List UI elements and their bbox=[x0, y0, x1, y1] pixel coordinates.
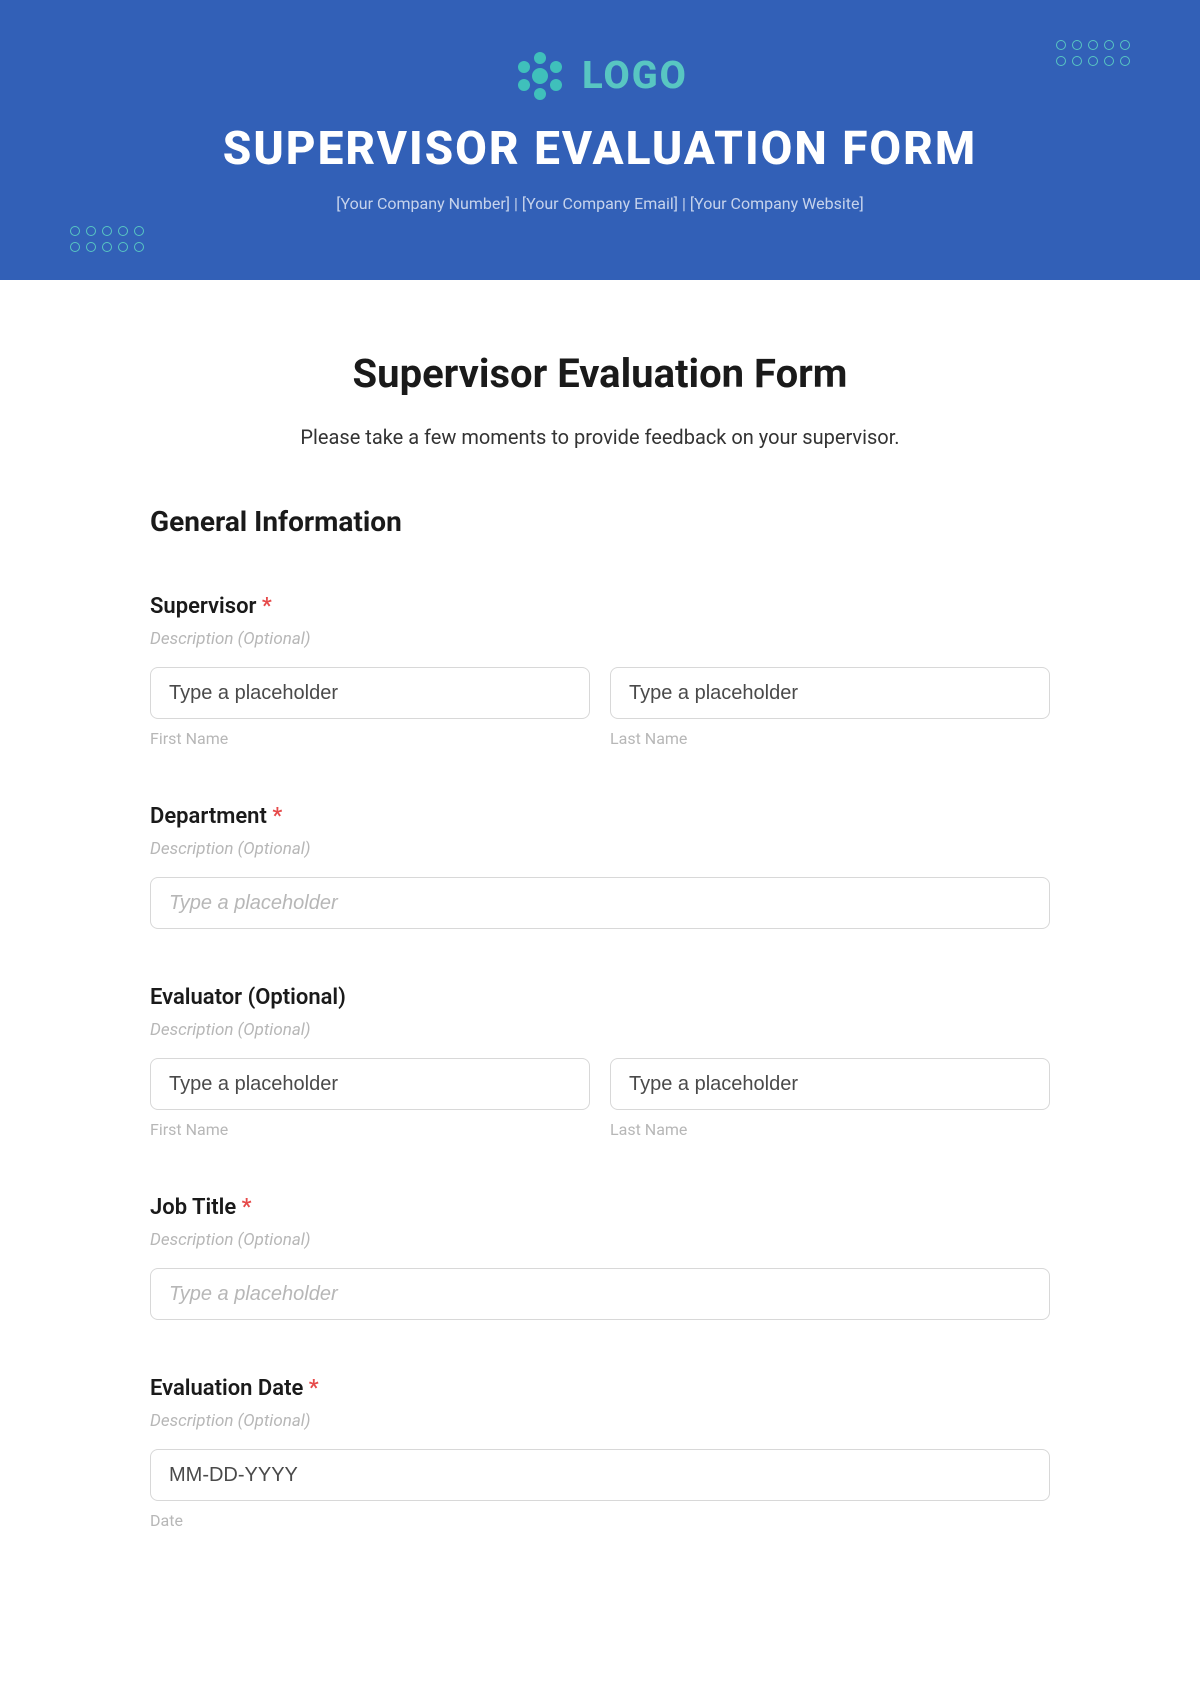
required-mark: * bbox=[242, 1195, 252, 1220]
field-label-supervisor: Supervisor * bbox=[150, 594, 1050, 619]
required-mark: * bbox=[309, 1376, 319, 1401]
field-department: Department * Description (Optional) bbox=[150, 804, 1050, 929]
field-evaluator: Evaluator (Optional) Description (Option… bbox=[150, 985, 1050, 1139]
section-heading: General Information bbox=[150, 505, 1050, 538]
field-description: Description (Optional) bbox=[150, 1411, 1050, 1431]
sub-label-date: Date bbox=[150, 1511, 1050, 1530]
job-title-input[interactable] bbox=[150, 1268, 1050, 1320]
label-text: Evaluation Date bbox=[150, 1376, 303, 1401]
label-text: Department bbox=[150, 804, 267, 829]
form-content: Supervisor Evaluation Form Please take a… bbox=[120, 280, 1080, 1570]
banner-title: SUPERVISOR EVALUATION FORM bbox=[223, 122, 977, 176]
supervisor-first-name-input[interactable] bbox=[150, 667, 590, 719]
form-title: Supervisor Evaluation Form bbox=[150, 350, 1050, 397]
decorative-dots-top-right bbox=[1056, 40, 1130, 66]
logo-text: LOGO bbox=[582, 54, 688, 98]
field-label-evaluation-date: Evaluation Date * bbox=[150, 1376, 1050, 1401]
evaluator-last-name-input[interactable] bbox=[610, 1058, 1050, 1110]
field-description: Description (Optional) bbox=[150, 629, 1050, 649]
evaluator-first-name-input[interactable] bbox=[150, 1058, 590, 1110]
field-description: Description (Optional) bbox=[150, 1230, 1050, 1250]
sub-label-first-name: First Name bbox=[150, 1120, 590, 1139]
label-text: Evaluator (Optional) bbox=[150, 985, 346, 1010]
decorative-dots-bottom-left bbox=[70, 226, 144, 252]
evaluation-date-input[interactable] bbox=[150, 1449, 1050, 1501]
logo-row: LOGO bbox=[512, 48, 688, 104]
field-evaluation-date: Evaluation Date * Description (Optional)… bbox=[150, 1376, 1050, 1530]
supervisor-last-name-input[interactable] bbox=[610, 667, 1050, 719]
required-mark: * bbox=[272, 804, 282, 829]
department-input[interactable] bbox=[150, 877, 1050, 929]
sub-label-first-name: First Name bbox=[150, 729, 590, 748]
label-text: Supervisor bbox=[150, 594, 256, 619]
sub-label-last-name: Last Name bbox=[610, 729, 1050, 748]
banner-subtitle: [Your Company Number] | [Your Company Em… bbox=[336, 194, 863, 213]
field-description: Description (Optional) bbox=[150, 839, 1050, 859]
field-label-evaluator: Evaluator (Optional) bbox=[150, 985, 1050, 1010]
required-mark: * bbox=[262, 594, 272, 619]
field-label-department: Department * bbox=[150, 804, 1050, 829]
label-text: Job Title bbox=[150, 1195, 236, 1220]
sub-label-last-name: Last Name bbox=[610, 1120, 1050, 1139]
form-subtitle: Please take a few moments to provide fee… bbox=[150, 425, 1050, 449]
field-supervisor: Supervisor * Description (Optional) Firs… bbox=[150, 594, 1050, 748]
banner-header: LOGO SUPERVISOR EVALUATION FORM [Your Co… bbox=[0, 0, 1200, 280]
logo-icon bbox=[512, 48, 568, 104]
field-description: Description (Optional) bbox=[150, 1020, 1050, 1040]
field-label-job-title: Job Title * bbox=[150, 1195, 1050, 1220]
field-job-title: Job Title * Description (Optional) bbox=[150, 1195, 1050, 1320]
